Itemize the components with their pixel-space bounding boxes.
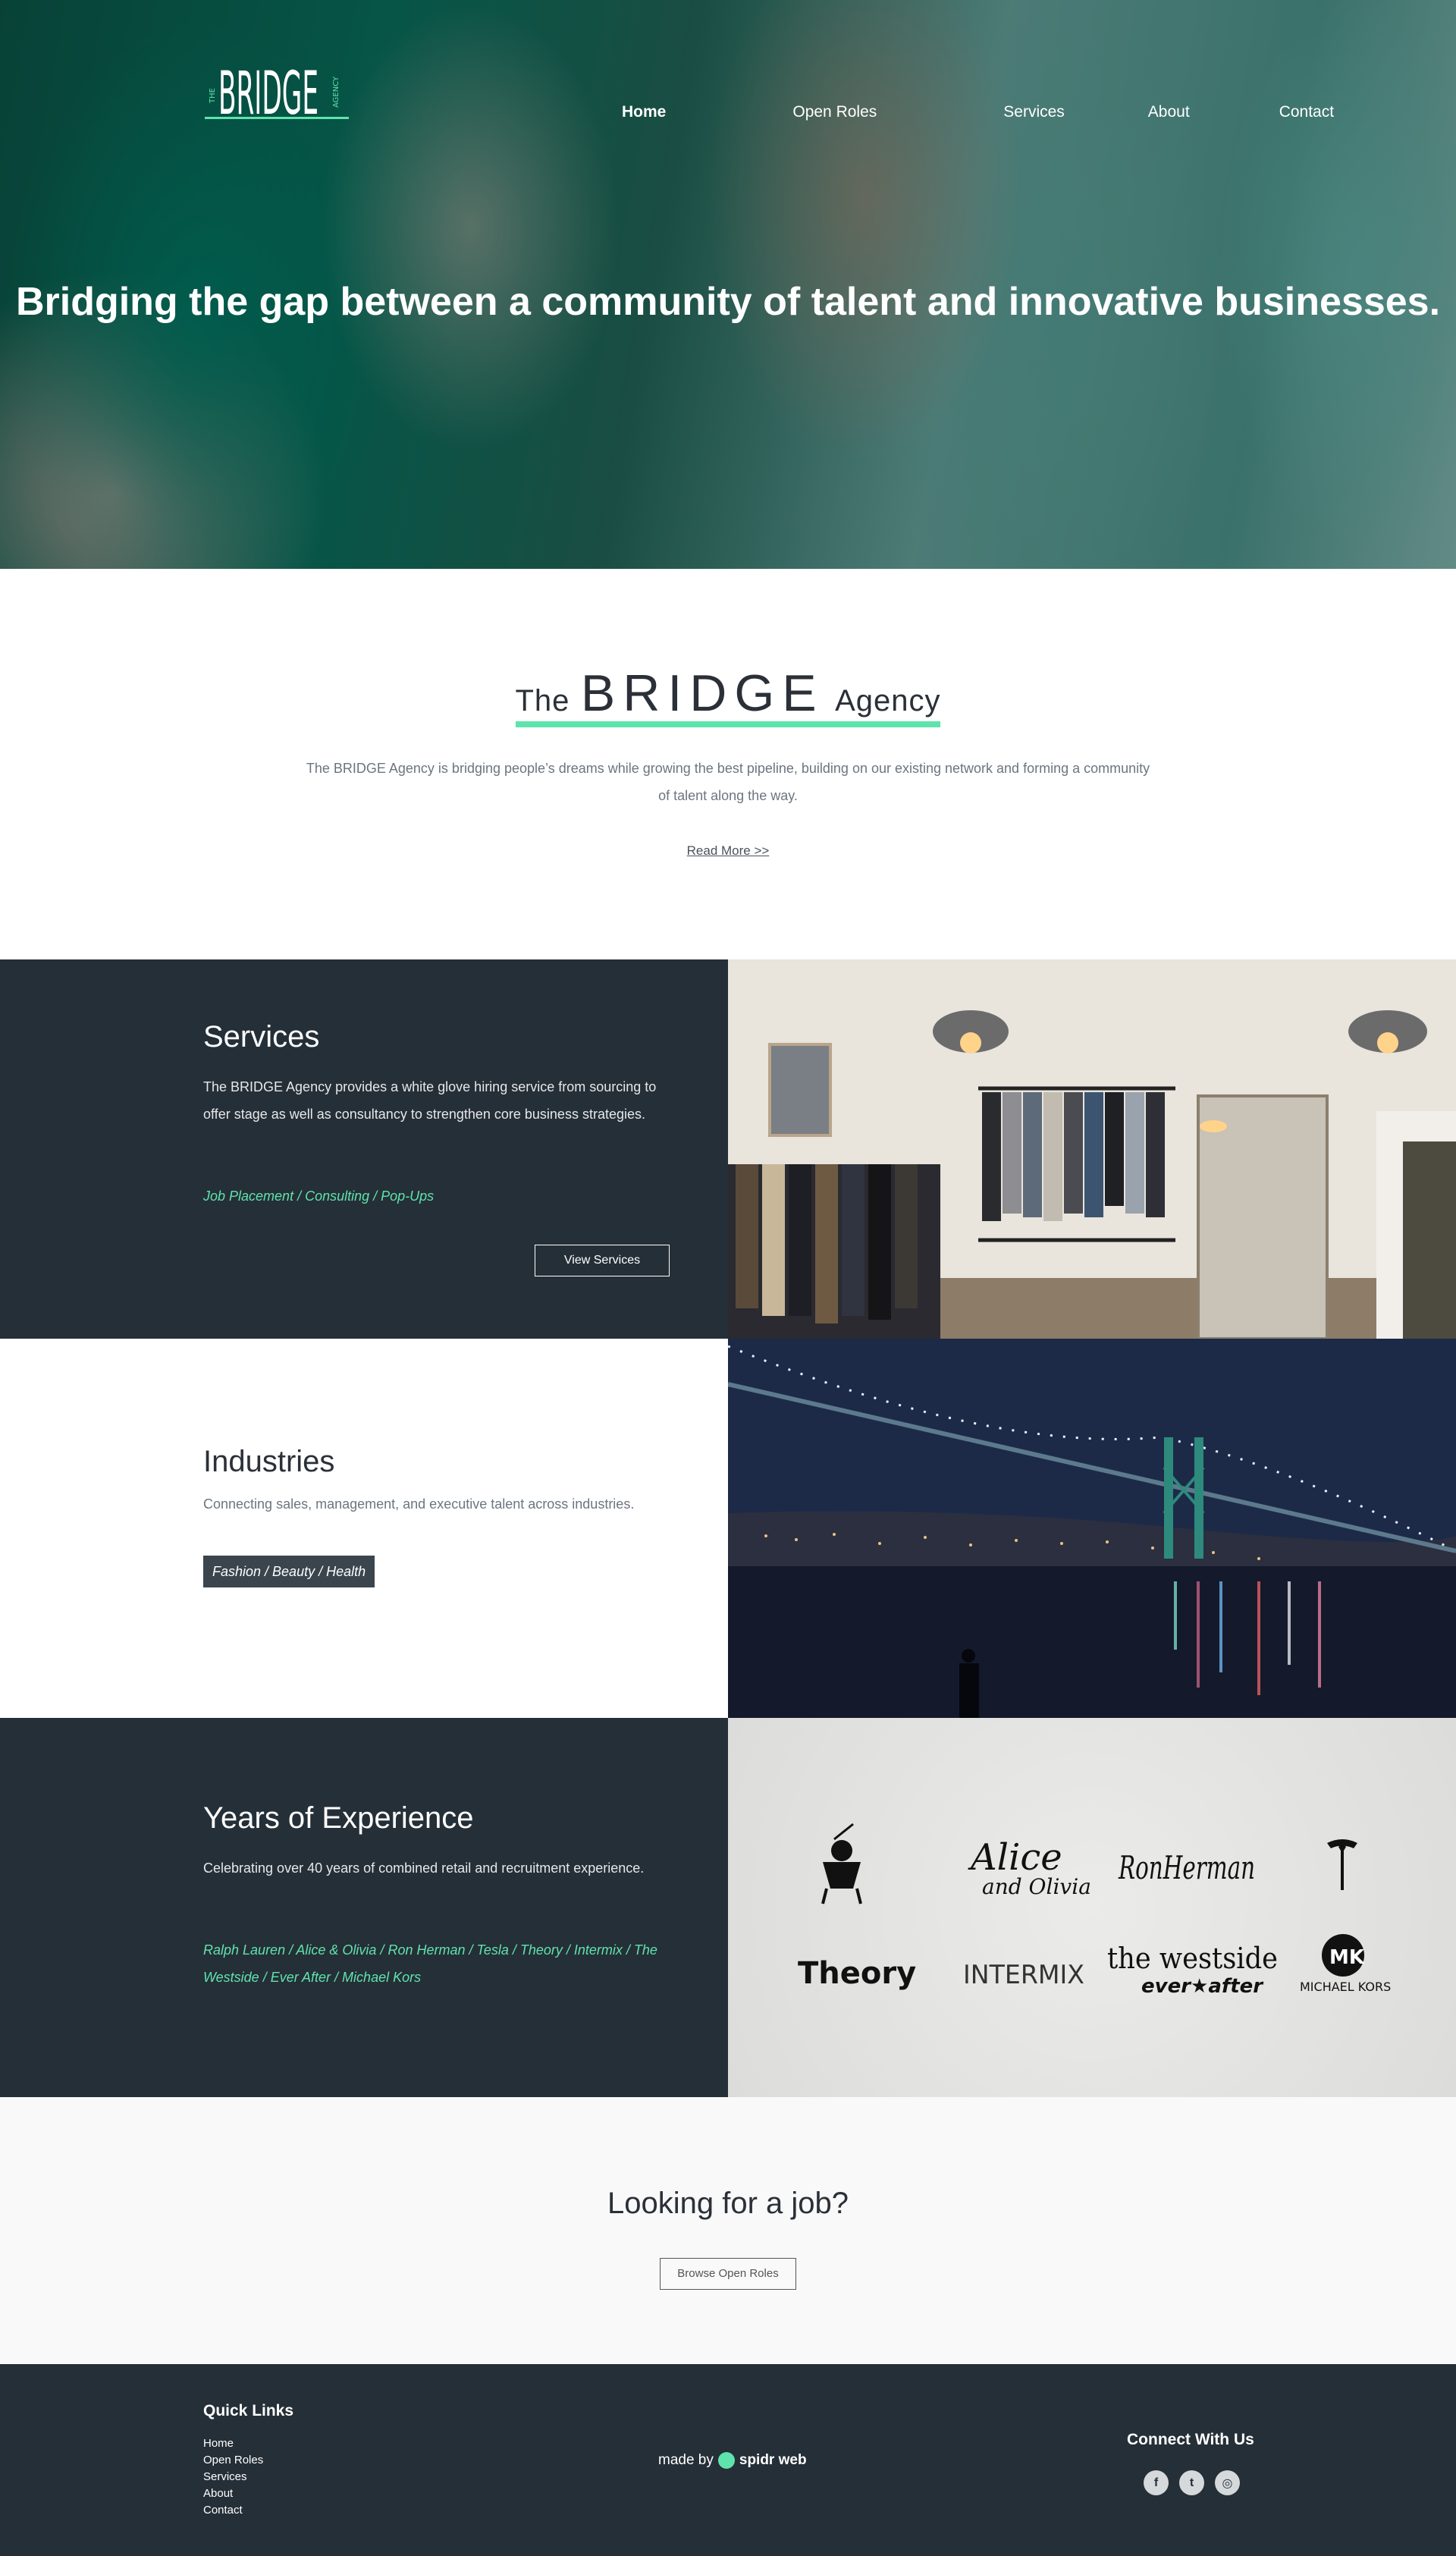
footer-link-open-roles[interactable]: Open Roles <box>203 2454 263 2467</box>
hero-headline: Bridging the gap between a community of … <box>15 280 1441 324</box>
intro-description: The BRIDGE Agency is bridging people’s d… <box>306 761 1150 803</box>
footer-link-home[interactable]: Home <box>203 2437 234 2450</box>
svg-text:MICHAEL KORS: MICHAEL KORS <box>1300 1980 1391 1994</box>
title-agency: Agency <box>835 684 941 718</box>
svg-text:and Olivia: and Olivia <box>982 1874 1091 1899</box>
title-the: The <box>515 684 570 718</box>
spidr-web-icon <box>717 2452 735 2469</box>
brand-logos-image: Alice and Olivia RonHerman Theory INTERM… <box>728 1718 1456 2097</box>
bridge-logo-mark: BRIDGE THE AGENCY <box>205 60 349 128</box>
industries-description: Connecting sales, management, and execut… <box>203 1496 635 1512</box>
cta-title: Looking for a job? <box>607 2187 849 2220</box>
industries-title: Industries <box>203 1445 335 1478</box>
made-by-label: made by <box>658 2452 714 2468</box>
facebook-icon[interactable]: f <box>1144 2470 1169 2495</box>
services-panel: Services The BRIDGE Agency provides a wh… <box>0 959 728 1339</box>
nav-about[interactable]: About <box>1148 103 1190 121</box>
footer-link-contact[interactable]: Contact <box>203 2504 243 2517</box>
services-description: The BRIDGE Agency provides a white glove… <box>203 1079 657 1122</box>
social-links: f t ◎ <box>1144 2470 1324 2495</box>
footer-link-services[interactable]: Services <box>203 2470 247 2483</box>
instagram-icon[interactable]: ◎ <box>1215 2470 1240 2495</box>
nav-open-roles[interactable]: Open Roles <box>792 103 877 121</box>
main-nav: Home Open Roles Services About Contact <box>622 103 1334 121</box>
spidr-web-brand: spidr web <box>739 2452 807 2468</box>
agency-title: The BRIDGE Agency <box>515 664 941 727</box>
westside-logo: the westside <box>1107 1942 1278 1975</box>
industries-tag: Fashion / Beauty / Health <box>203 1556 375 1587</box>
view-services-button[interactable]: View Services <box>535 1245 670 1276</box>
tesla-logo <box>1327 1839 1357 1890</box>
footer: Quick Links Home Open Roles Services Abo… <box>0 2364 1456 2556</box>
experience-title: Years of Experience <box>203 1801 474 1835</box>
services-row: Services The BRIDGE Agency provides a wh… <box>0 959 1456 1339</box>
connect-title: Connect With Us <box>1127 2431 1254 2448</box>
industries-row: Industries Connecting sales, management,… <box>0 1339 1456 1718</box>
quick-links-title: Quick Links <box>203 2402 294 2419</box>
title-brand: BRIDGE <box>580 664 824 722</box>
hero-section: BRIDGE THE AGENCY Home Open Roles Servic… <box>0 0 1456 569</box>
nav-services[interactable]: Services <box>1003 103 1065 121</box>
connect-with-us: Connect With Us f t ◎ <box>1127 2431 1324 2495</box>
made-by-spidr-web[interactable]: made by spidr web <box>658 2452 807 2469</box>
nav-home[interactable]: Home <box>622 103 666 121</box>
experience-panel: Years of Experience Celebrating over 40 … <box>0 1718 728 2097</box>
experience-tags: Ralph Lauren / Alice & Olivia / Ron Herm… <box>203 1942 657 1985</box>
svg-text:MK: MK <box>1329 1946 1365 1969</box>
services-tags: Job Placement / Consulting / Pop-Ups <box>203 1189 435 1204</box>
industries-panel: Industries Connecting sales, management,… <box>0 1339 728 1718</box>
read-more-link[interactable]: Read More >> <box>0 843 1456 859</box>
ever-after-logo: ever★after <box>1141 1975 1264 1998</box>
clothing-store-image <box>728 959 1456 1339</box>
nav-contact[interactable]: Contact <box>1279 103 1334 121</box>
bridge-night-image <box>728 1339 1456 1718</box>
title-underline <box>515 721 941 727</box>
theory-logo: Theory <box>798 1956 916 1991</box>
quick-links: Quick Links Home Open Roles Services Abo… <box>203 2402 293 2519</box>
michael-kors-logo: MK MICHAEL KORS <box>1300 1934 1391 1994</box>
browse-open-roles-button[interactable]: Browse Open Roles <box>660 2258 796 2290</box>
footer-link-about[interactable]: About <box>203 2487 233 2500</box>
experience-description: Celebrating over 40 years of combined re… <box>203 1860 645 1876</box>
services-title: Services <box>203 1020 320 1053</box>
experience-row: Years of Experience Celebrating over 40 … <box>0 1718 1456 2097</box>
alice-olivia-logo: Alice <box>968 1836 1062 1879</box>
ron-herman-logo: RonHerman <box>1118 1849 1255 1886</box>
intro-section: The BRIDGE Agency The BRIDGE Agency is b… <box>0 569 1456 959</box>
intermix-logo: INTERMIX <box>963 1960 1084 1990</box>
svg-text:BRIDGE: BRIDGE <box>218 60 318 120</box>
svg-text:THE: THE <box>209 88 217 104</box>
svg-text:AGENCY: AGENCY <box>332 76 340 108</box>
bridge-logo[interactable]: BRIDGE THE AGENCY <box>203 32 352 128</box>
ralph-lauren-logo <box>821 1823 862 1904</box>
job-cta-section: Looking for a job? Browse Open Roles <box>0 2097 1456 2364</box>
twitter-icon[interactable]: t <box>1179 2470 1204 2495</box>
